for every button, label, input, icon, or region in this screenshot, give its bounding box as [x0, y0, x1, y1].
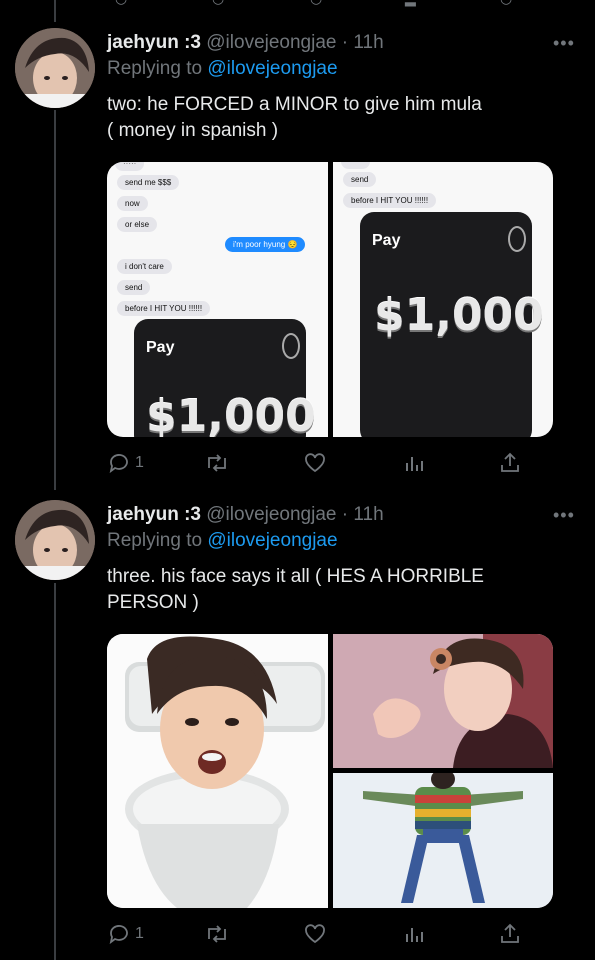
more-options-icon[interactable]: •••	[553, 33, 575, 54]
payment-amount: $1,000	[374, 290, 544, 341]
pay-label: Pay	[146, 339, 175, 356]
analytics-icon	[406, 457, 423, 471]
previous-actions-row: ◡ ◡ ◡ ▂ ◡	[0, 0, 595, 7]
retweet-icon	[208, 925, 226, 943]
tweet-actions: 1	[107, 451, 547, 477]
display-name[interactable]: jaehyun :3	[107, 32, 201, 53]
chat-bubble: send	[117, 280, 151, 295]
replying-to: Replying to @ilovejeongjae	[107, 530, 338, 552]
display-name[interactable]: jaehyun :3	[107, 504, 201, 525]
media-image-chat-right[interactable]: ····· send before I HIT YOU !!!!!! Pay $…	[333, 162, 553, 437]
apple-pay-card: Pay $1,000	[134, 319, 316, 437]
tweet-header: jaehyun :3 @ilovejeongjae · 11h	[107, 503, 384, 527]
avatar[interactable]	[15, 28, 95, 108]
tweet-text: three. his face says it all ( HES A HORR…	[107, 564, 547, 616]
tweet-text-line: three. his face says it all ( HES A HORR…	[107, 566, 484, 587]
chat-bubble: before I HIT YOU !!!!!!	[117, 301, 211, 316]
reply-count: 1	[135, 925, 144, 942]
user-handle[interactable]: @ilovejeongjae	[206, 32, 336, 53]
payment-amount: $1,000	[146, 391, 316, 437]
chat-bubble: before I HIT YOU !!!!!!	[343, 193, 437, 208]
reply-button[interactable]: 1	[107, 922, 144, 946]
media-grid: ····· send me $$$ now or else i'm poor h…	[107, 162, 553, 437]
tweet-text-line: ( money in spanish )	[107, 120, 279, 141]
separator: ·	[341, 32, 349, 53]
timestamp[interactable]: 11h	[353, 504, 383, 525]
analytics-button[interactable]	[402, 451, 426, 475]
analytics-icon	[406, 928, 423, 942]
replying-prefix: Replying to	[107, 58, 203, 79]
reply-button[interactable]: 1	[107, 451, 144, 475]
replying-handle-link[interactable]: @ilovejeongjae	[207, 530, 337, 551]
share-icon	[501, 923, 519, 943]
avatar[interactable]	[15, 500, 95, 580]
tweet-text-line: two: he FORCED a MINOR to give him mula	[107, 94, 482, 115]
chat-bubble: now	[117, 196, 148, 211]
retweet-button[interactable]	[204, 922, 230, 946]
more-options-icon[interactable]: •••	[553, 505, 575, 526]
thread-line-bottom	[54, 583, 56, 960]
reply-icon	[109, 925, 128, 945]
share-button[interactable]	[498, 922, 522, 946]
replying-handle-link[interactable]: @ilovejeongjae	[207, 58, 337, 79]
analytics-button[interactable]	[402, 922, 426, 946]
like-icon	[305, 453, 325, 473]
tweet-actions: 1	[107, 922, 547, 948]
like-icon	[305, 924, 325, 944]
tweet-text: two: he FORCED a MINOR to give him mula …	[107, 92, 547, 144]
tweet-header: jaehyun :3 @ilovejeongjae · 11h	[107, 31, 384, 55]
timestamp[interactable]: 11h	[353, 32, 383, 53]
select-ring-icon	[508, 226, 526, 252]
chat-bubble: send me $$$	[117, 175, 180, 190]
like-button[interactable]	[303, 922, 327, 946]
share-button[interactable]	[498, 451, 522, 475]
apple-pay-logo: Pay	[146, 339, 174, 357]
previous-reply-icon[interactable]: ◡	[115, 0, 127, 7]
select-ring-icon	[282, 333, 300, 359]
apple-pay-card: Pay $1,000	[360, 212, 544, 437]
share-icon	[501, 452, 519, 472]
reply-icon	[109, 454, 128, 474]
retweet-button[interactable]	[204, 451, 230, 475]
chat-bubble: i don't care	[117, 259, 172, 274]
previous-like-icon[interactable]: ◡	[310, 0, 322, 7]
reply-count: 1	[135, 454, 144, 471]
chat-bubble: or else	[117, 217, 158, 232]
previous-retweet-icon[interactable]: ◡	[212, 0, 224, 7]
media-image-dance[interactable]	[333, 773, 553, 908]
user-handle[interactable]: @ilovejeongjae	[206, 504, 336, 525]
pay-label: Pay	[372, 232, 401, 249]
media-image-selfie[interactable]	[333, 634, 553, 768]
apple-pay-logo: Pay	[372, 232, 400, 250]
replying-to: Replying to @ilovejeongjae	[107, 58, 338, 80]
thread-line-middle	[54, 110, 56, 490]
replying-prefix: Replying to	[107, 530, 203, 551]
media-image-chat-left[interactable]: ····· send me $$$ now or else i'm poor h…	[107, 162, 328, 437]
like-button[interactable]	[303, 451, 327, 475]
media-grid	[107, 634, 553, 908]
media-image-toilet[interactable]	[107, 634, 328, 908]
chat-bubble-sent: i'm poor hyung 😔	[225, 237, 306, 252]
previous-share-icon[interactable]: ◡	[500, 0, 512, 7]
chat-bubble: send	[343, 172, 377, 187]
retweet-icon	[208, 454, 226, 472]
separator: ·	[341, 504, 349, 525]
previous-analytics-icon[interactable]: ▂	[405, 0, 416, 7]
tweet-text-line: PERSON )	[107, 592, 199, 613]
